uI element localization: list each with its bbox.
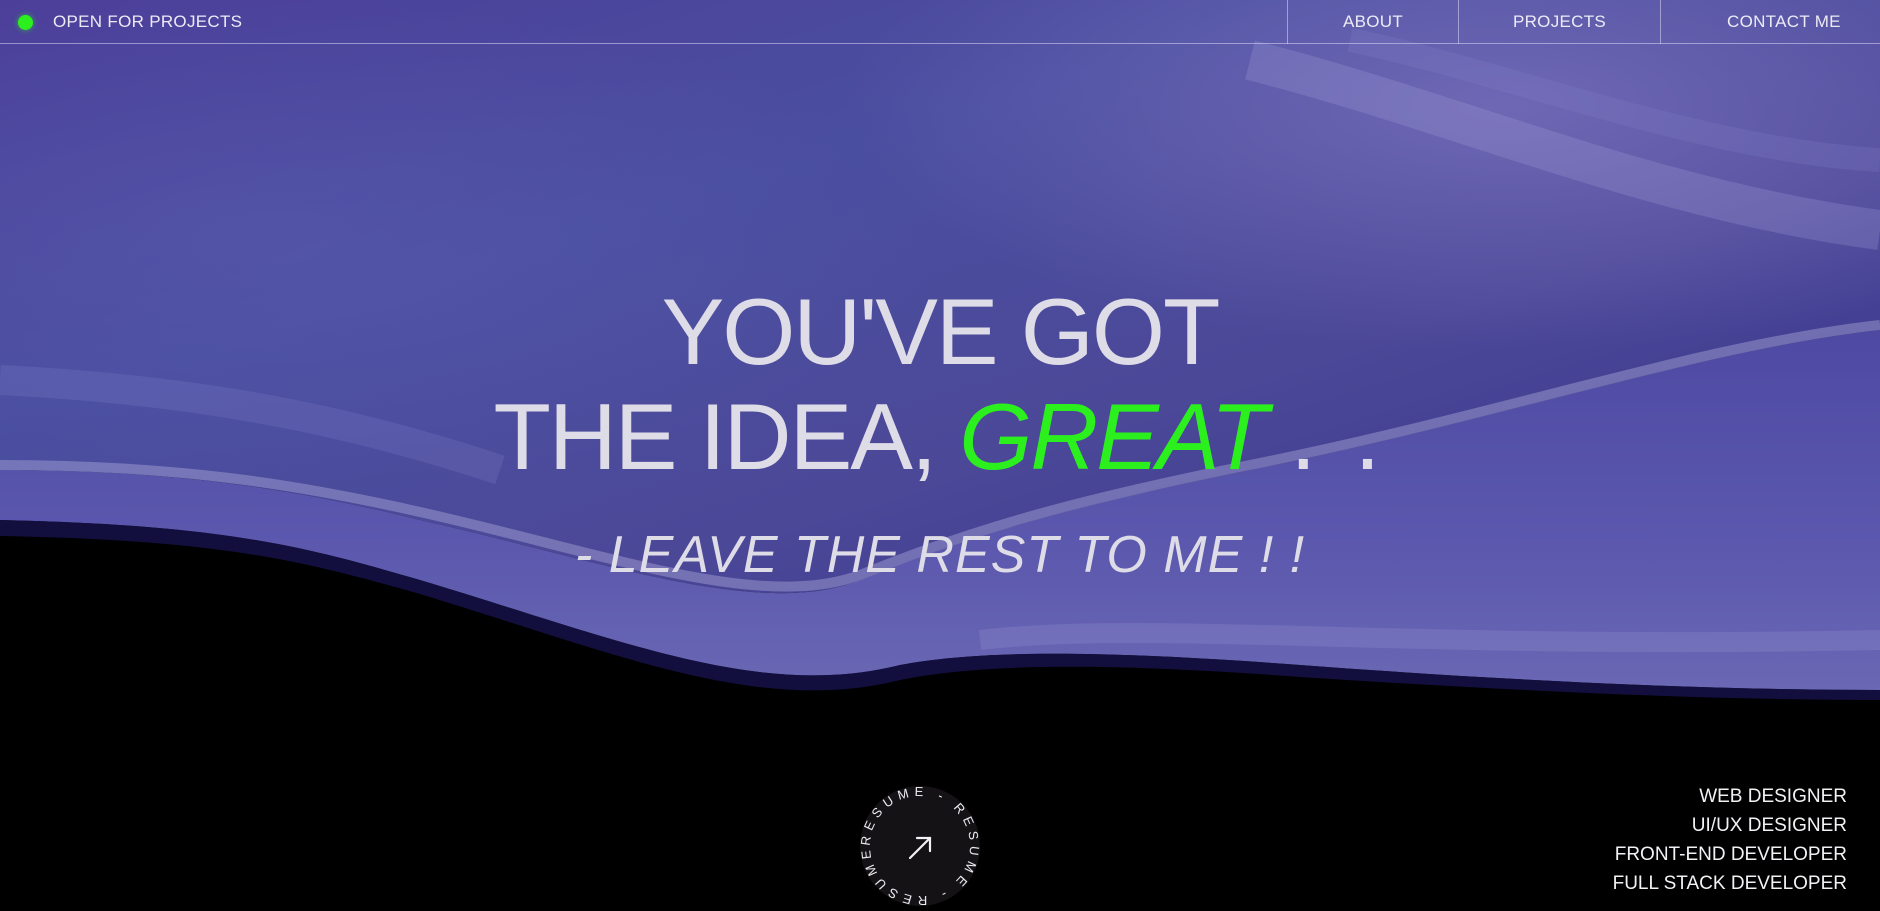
- main-nav: ABOUT PROJECTS CONTACT ME: [1287, 0, 1880, 44]
- landing-page: OPEN FOR PROJECTS ABOUT PROJECTS CONTACT…: [0, 0, 1880, 911]
- resume-badge-graphic: RESUME - RESUME - RESUME -: [855, 781, 980, 908]
- hero-headline-ellipsis: . .: [1290, 384, 1387, 489]
- nav-about-link[interactable]: ABOUT: [1287, 0, 1458, 44]
- role-item: UI/UX DESIGNER: [1691, 815, 1847, 836]
- role-item: FULL STACK DEVELOPER: [1612, 873, 1847, 894]
- roles-list: WEB DESIGNER UI/UX DESIGNER FRONT-END DEVE…: [1613, 782, 1847, 898]
- nav-contact-link[interactable]: CONTACT ME: [1660, 0, 1880, 44]
- resume-button[interactable]: RESUME - RESUME - RESUME -: [855, 781, 985, 911]
- nav-projects-link[interactable]: PROJECTS: [1458, 0, 1660, 44]
- hero-headline-idea: THE IDEA,: [493, 384, 937, 489]
- role-item: FRONT-END DEVELOPER: [1614, 844, 1847, 865]
- hero-headline-line1: YOU'VE GOT: [661, 279, 1221, 384]
- availability-status: OPEN FOR PROJECTS: [18, 0, 242, 44]
- hero-headline-line2: THE IDEA, GREAT . .: [0, 390, 1880, 484]
- role-item: WEB DESIGNER: [1699, 786, 1847, 807]
- status-label: OPEN FOR PROJECTS: [53, 12, 243, 31]
- hero-headline-highlight: GREAT: [959, 384, 1268, 489]
- hero-tagline: - LEAVE THE REST TO ME ! !: [574, 526, 1306, 584]
- top-navigation-bar: OPEN FOR PROJECTS ABOUT PROJECTS CONTACT…: [0, 0, 1880, 44]
- status-indicator-dot: [18, 14, 33, 30]
